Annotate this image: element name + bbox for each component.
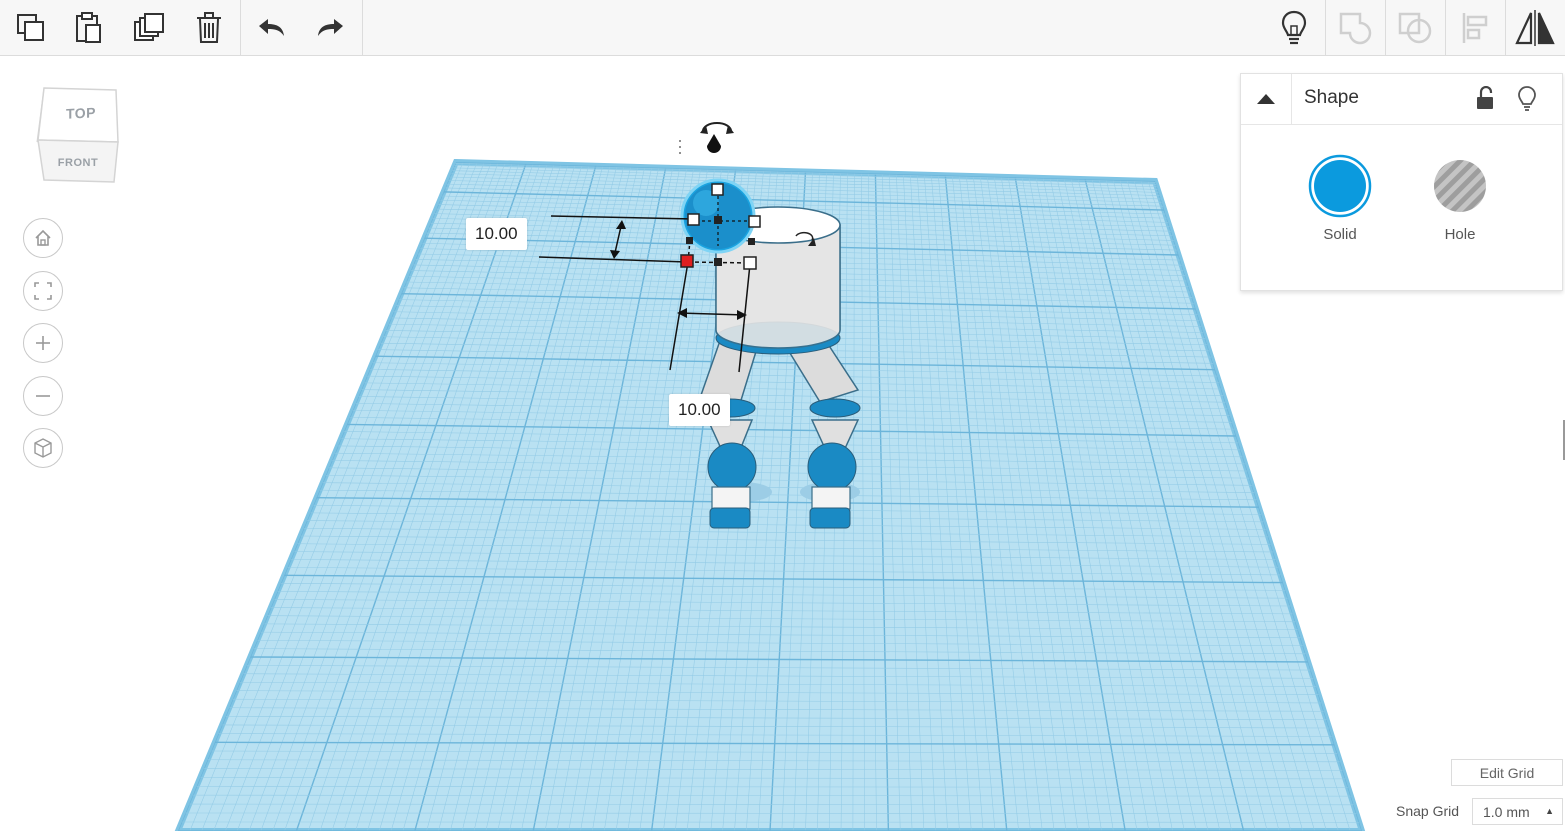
duplicate-button[interactable]: [120, 0, 178, 56]
lift-handle[interactable]: [707, 134, 721, 153]
align-button[interactable]: [1446, 0, 1504, 56]
panel-header: Shape: [1241, 74, 1562, 125]
rotate-handle[interactable]: [700, 122, 734, 134]
visibility-button[interactable]: [1513, 84, 1541, 112]
hole-option[interactable]: Hole: [1420, 154, 1500, 243]
undo-icon: [259, 19, 284, 36]
group-button[interactable]: [1326, 0, 1384, 56]
ungroup-icon: [1398, 12, 1432, 44]
zoom-in-icon: [36, 336, 50, 350]
hole-label: Hole: [1444, 226, 1476, 243]
toolbar-divider: [362, 0, 363, 56]
panel-title: Shape: [1304, 87, 1359, 108]
home-view-button[interactable]: [23, 218, 63, 258]
snap-grid-value: 1.0 mm: [1483, 803, 1530, 820]
view-cube[interactable]: [34, 84, 124, 188]
home-icon: [35, 229, 51, 246]
fit-view-button[interactable]: [23, 271, 63, 311]
fit-view-icon: [34, 282, 52, 300]
paste-icon: [76, 12, 101, 43]
solid-option[interactable]: Solid: [1300, 154, 1380, 243]
zoom-in-button[interactable]: [23, 323, 63, 363]
trash-icon: [197, 12, 221, 43]
copy-button[interactable]: [2, 0, 60, 56]
lock-button[interactable]: [1471, 84, 1499, 112]
collapse-panel-button[interactable]: [1241, 74, 1292, 124]
view-cube-top-label[interactable]: TOP: [56, 104, 106, 123]
tips-button[interactable]: [1265, 0, 1323, 56]
paste-button[interactable]: [60, 0, 118, 56]
perspective-button[interactable]: [23, 428, 63, 468]
solid-swatch: [1308, 154, 1372, 218]
height-dimension-label[interactable]: 10.00: [466, 218, 527, 250]
hole-swatch: [1434, 160, 1486, 212]
edit-grid-button[interactable]: Edit Grid: [1451, 759, 1563, 786]
ungroup-button[interactable]: [1386, 0, 1444, 56]
toolbar-divider: [240, 0, 241, 56]
duplicate-icon: [134, 13, 164, 41]
copy-icon: [17, 14, 44, 41]
caret-up-icon: [1257, 94, 1275, 104]
mirror-button[interactable]: [1506, 0, 1564, 56]
delete-button[interactable]: [180, 0, 238, 56]
mirror-icon: [1515, 10, 1555, 46]
zoom-out-icon: [36, 395, 50, 397]
unlock-icon: [1477, 86, 1493, 109]
view-cube-front-label[interactable]: FRONT: [50, 157, 106, 169]
caret-up-icon: ▲: [1545, 806, 1554, 816]
snap-grid-select[interactable]: 1.0 mm ▲: [1472, 798, 1563, 825]
align-icon: [1462, 13, 1488, 43]
snap-grid-label: Snap Grid: [1396, 803, 1460, 819]
main-toolbar: [0, 0, 1565, 56]
zoom-out-button[interactable]: [23, 376, 63, 416]
redo-icon: [318, 19, 343, 36]
width-dimension-label[interactable]: 10.00: [669, 394, 730, 426]
solid-label: Solid: [1323, 226, 1357, 243]
group-icon: [1339, 12, 1372, 45]
perspective-icon: [34, 438, 52, 458]
lightbulb-icon: [1281, 10, 1307, 45]
shape-inspector-panel: Shape Solid Hole: [1240, 73, 1563, 291]
lightbulb-icon: [1518, 86, 1536, 111]
redo-button[interactable]: [302, 0, 360, 56]
undo-button[interactable]: [242, 0, 300, 56]
